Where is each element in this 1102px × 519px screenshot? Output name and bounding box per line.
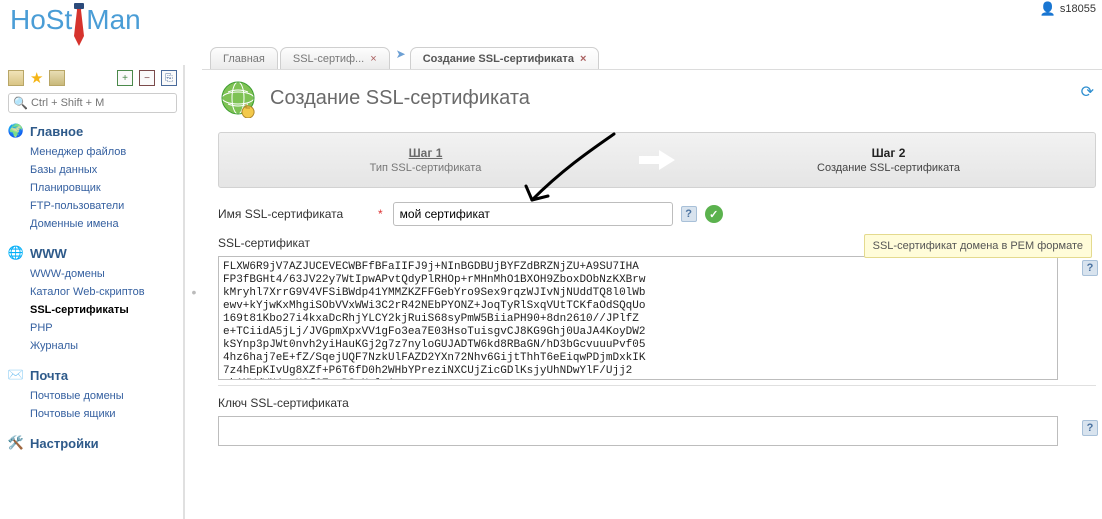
search-icon: 🔍 [13, 96, 28, 110]
mi-wwwdomains[interactable]: WWW-домены [8, 265, 177, 283]
mi-scheduler[interactable]: Планировщик [8, 179, 177, 197]
page-title: Создание SSL-сертификата [270, 87, 530, 110]
pin-button[interactable]: ⎘ [161, 70, 177, 86]
wizard-step-1[interactable]: Шаг 1 Тип SSL-сертификата [219, 146, 632, 174]
file2-icon[interactable] [49, 70, 65, 86]
section-main-label: Главное [30, 124, 83, 139]
left-toolbar: ★ + − ⎘ [8, 69, 177, 87]
mi-databases[interactable]: Базы данных [8, 161, 177, 179]
tab-main-label: Главная [223, 53, 265, 65]
section-settings-label: Настройки [30, 436, 99, 451]
wizard-step-2-title: Шаг 2 [682, 146, 1095, 160]
cert-name-input[interactable] [393, 202, 673, 226]
plus-button[interactable]: + [117, 70, 133, 86]
tab-ssl-create-label: Создание SSL-сертификата [423, 53, 574, 65]
wizard-arrow-icon [632, 146, 682, 174]
star-icon[interactable]: ★ [30, 69, 43, 87]
sidebar-search[interactable]: 🔍 [8, 93, 177, 113]
mi-webscripts[interactable]: Каталог Web-скриптов [8, 283, 177, 301]
section-settings[interactable]: 🛠️ Настройки [8, 435, 177, 451]
minus-button[interactable]: − [139, 70, 155, 86]
close-icon[interactable]: × [580, 53, 586, 65]
wizard-step-1-sub: Тип SSL-сертификата [219, 162, 632, 174]
section-www[interactable]: 🌐 WWW [8, 245, 177, 261]
section-www-label: WWW [30, 246, 67, 261]
tab-main[interactable]: Главная [210, 47, 278, 70]
user-icon: 👤 [1040, 1, 1056, 17]
cert-key-textarea[interactable] [218, 416, 1058, 446]
cert-key-label: Ключ SSL-сертификата [218, 396, 1102, 410]
search-input[interactable] [31, 97, 161, 109]
section-main[interactable]: 🌍 Главное [8, 123, 177, 139]
page-icon [218, 78, 258, 118]
close-icon[interactable]: × [370, 53, 376, 65]
refresh-icon[interactable]: ⟳ [1081, 82, 1094, 102]
tooltip-note: SSL-сертификат домена в PEM формате [864, 234, 1092, 258]
breadcrumb-arrow-icon: ➤ [392, 47, 410, 65]
valid-icon: ✓ [705, 205, 723, 223]
globe-blue-icon: 🌐 [8, 245, 24, 261]
wizard-step-1-title: Шаг 1 [219, 146, 632, 160]
globe-green-icon: 🌍 [8, 123, 24, 139]
file-icon[interactable] [8, 70, 24, 86]
mi-domains[interactable]: Доменные имена [8, 215, 177, 233]
help-icon[interactable]: ? [681, 206, 697, 222]
mi-ssl[interactable]: SSL-сертификаты [8, 301, 177, 319]
required-mark: * [378, 207, 383, 221]
help-icon[interactable]: ? [1082, 260, 1098, 276]
section-mail[interactable]: ✉️ Почта [8, 367, 177, 383]
mi-php[interactable]: PHP [8, 319, 177, 337]
mi-filemanager[interactable]: Менеджер файлов [8, 143, 177, 161]
section-mail-label: Почта [30, 368, 68, 383]
cert-name-label: Имя SSL-сертификата [218, 207, 378, 221]
tab-ssl-list-label: SSL-сертиф... [293, 53, 364, 65]
separator [218, 385, 1096, 386]
tab-ssl-list[interactable]: SSL-сертиф... × [280, 47, 390, 70]
mi-mailboxes[interactable]: Почтовые ящики [8, 405, 177, 423]
mi-logs[interactable]: Журналы [8, 337, 177, 355]
help-icon[interactable]: ? [1082, 420, 1098, 436]
wizard: Шаг 1 Тип SSL-сертификата Шаг 2 Создание… [218, 132, 1096, 188]
panel-collapse-handle[interactable] [189, 65, 199, 519]
tools-icon: 🛠️ [8, 435, 24, 451]
mi-maildomains[interactable]: Почтовые домены [8, 387, 177, 405]
tab-ssl-create[interactable]: Создание SSL-сертификата × [410, 47, 600, 70]
wizard-step-2-sub: Создание SSL-сертификата [682, 162, 1095, 174]
user-name[interactable]: s18055 [1060, 3, 1096, 15]
mi-ftp[interactable]: FTP-пользователи [8, 197, 177, 215]
mail-icon: ✉️ [8, 367, 24, 383]
cert-body-textarea[interactable] [218, 256, 1058, 380]
logo[interactable]: HoSt Man [10, 4, 141, 36]
logo-part2: Man [86, 4, 140, 35]
logo-part1: HoSt [10, 4, 72, 35]
wizard-step-2[interactable]: Шаг 2 Создание SSL-сертификата [682, 146, 1095, 174]
